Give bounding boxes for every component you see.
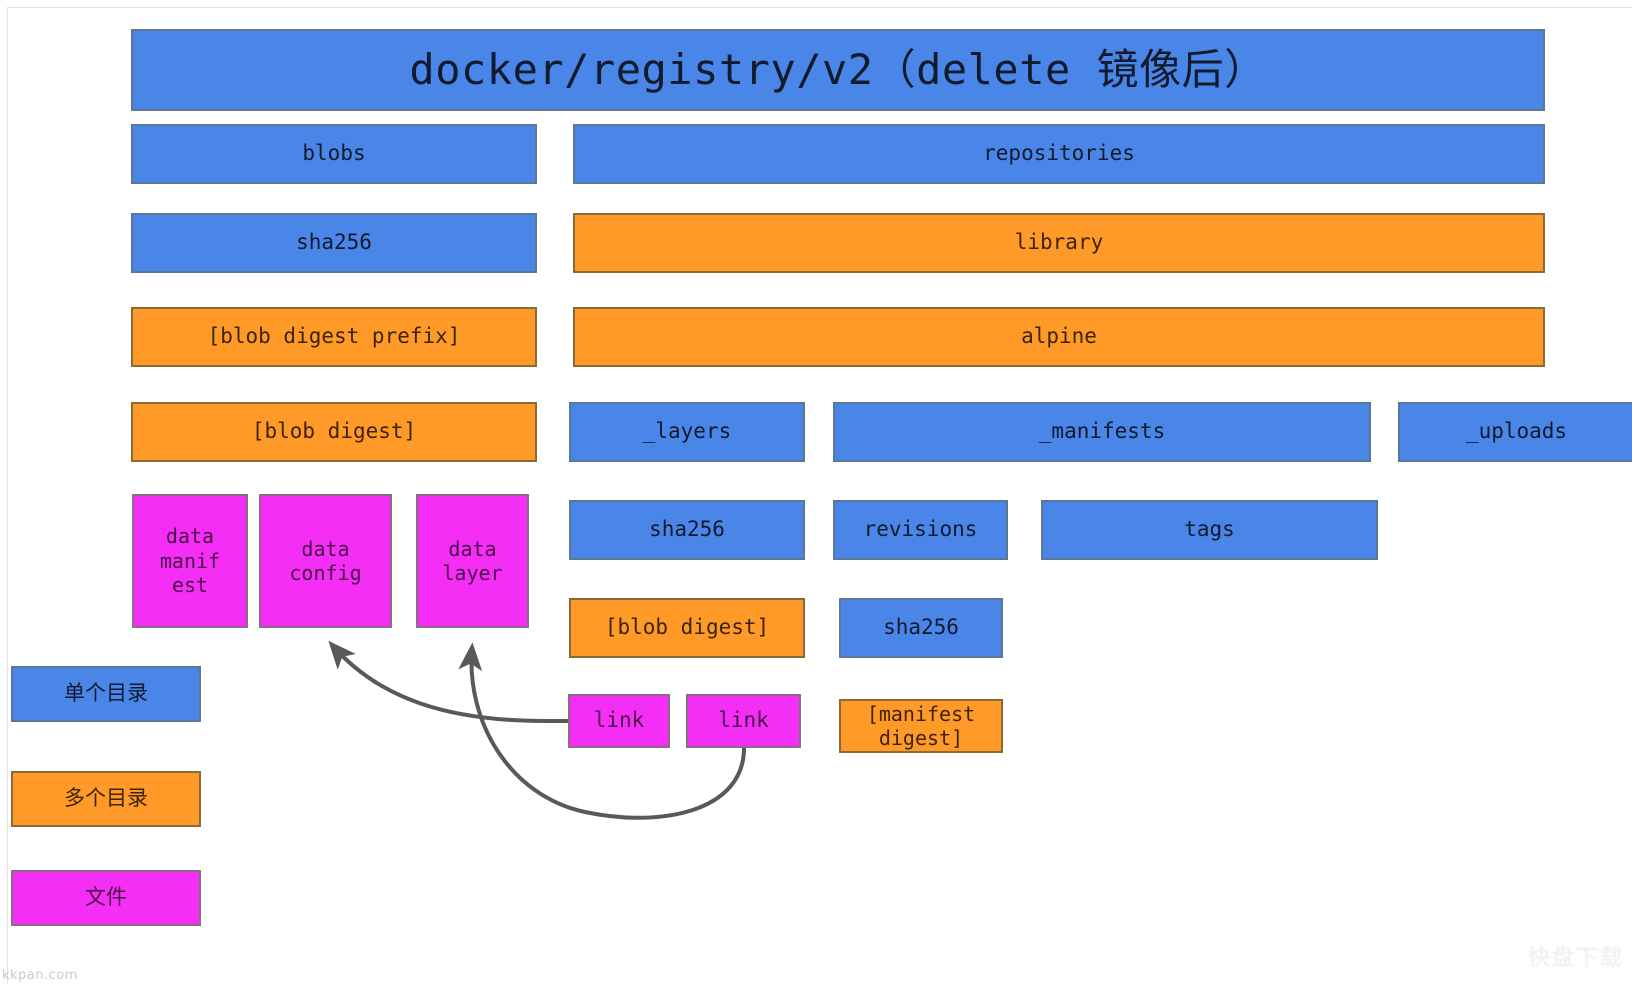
node-sha256-blobs[interactable]: sha256 [131,213,537,273]
node-data-layer[interactable]: data layer [416,494,529,628]
legend-item-multiple-directories[interactable]: 多个目录 [11,771,201,827]
node-tags[interactable]: tags [1041,500,1378,560]
node-layers[interactable]: _layers [569,402,805,462]
node-manifests[interactable]: _manifests [833,402,1371,462]
node-uploads[interactable]: _uploads [1398,402,1632,462]
node-blob-digest-prefix[interactable]: [blob digest prefix] [131,307,537,367]
node-sha256-revisions[interactable]: sha256 [839,598,1003,658]
node-repositories[interactable]: repositories [573,124,1545,184]
node-title[interactable]: docker/registry/v2（delete 镜像后） [131,29,1545,111]
node-link-2[interactable]: link [686,694,801,748]
node-library[interactable]: library [573,213,1545,273]
node-blob-digest-layers[interactable]: [blob digest] [569,598,805,658]
node-blobs[interactable]: blobs [131,124,537,184]
node-data-config[interactable]: data config [259,494,392,628]
node-manifest-digest[interactable]: [manifest digest] [839,699,1003,753]
watermark-bottom-left: kkpan.com [2,968,78,983]
node-sha256-layers[interactable]: sha256 [569,500,805,560]
node-revisions[interactable]: revisions [833,500,1008,560]
legend-item-file[interactable]: 文件 [11,870,201,926]
watermark-bottom-right: 快盘下载 [1527,946,1624,971]
node-data-manifest[interactable]: data manif est [132,494,248,628]
node-alpine[interactable]: alpine [573,307,1545,367]
node-link-1[interactable]: link [568,694,670,748]
diagram-canvas: docker/registry/v2（delete 镜像后） blobs rep… [0,0,1632,984]
legend-item-single-directory[interactable]: 单个目录 [11,666,201,722]
node-blob-digest-left[interactable]: [blob digest] [131,402,537,462]
